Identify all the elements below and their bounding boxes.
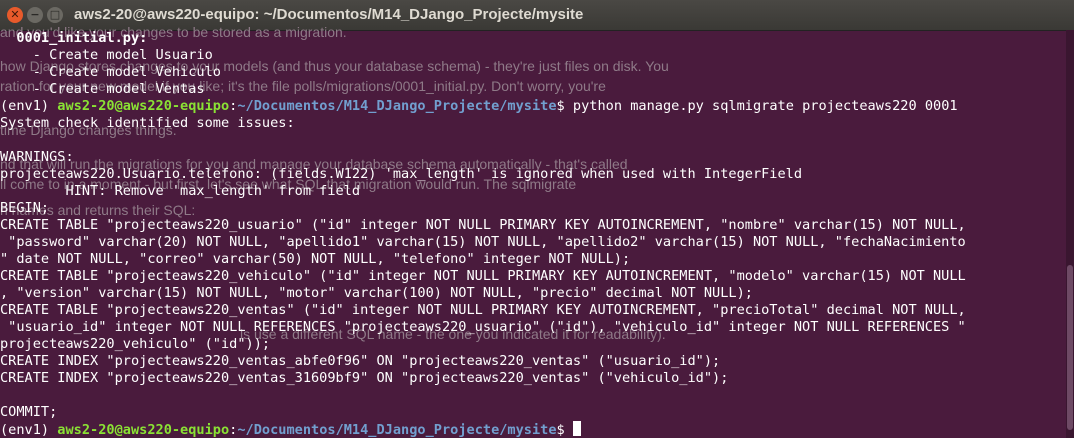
window-title: aws2-20@aws220-equipo: ~/Documentos/M14_… — [74, 6, 584, 23]
close-icon[interactable]: ✕ — [7, 7, 23, 23]
terminal-line: COMMIT; — [0, 404, 58, 420]
terminal-line: WARNINGS: — [0, 149, 74, 165]
terminal-line: System check identified some issues: — [0, 115, 295, 131]
prompt-path: ~/Documentos/M14_DJango_Projecte/mysite — [237, 422, 557, 438]
terminal-line: BEGIN; — [0, 200, 50, 216]
terminal-window: ✕ − □ aws2-20@aws220-equipo: ~/Documento… — [0, 0, 1074, 438]
maximize-icon[interactable]: □ — [47, 7, 63, 23]
terminal-line: - Create model Usuario — [0, 47, 213, 63]
terminal-line: 0001_initial.py: — [0, 30, 148, 46]
terminal-line: CREATE TABLE "projecteaws220_ventas" ("i… — [0, 302, 966, 318]
terminal-line: CREATE INDEX "projecteaws220_ventas_abfe… — [0, 353, 721, 369]
terminal-line: "usuario_id" integer NOT NULL REFERENCES… — [0, 319, 966, 335]
prompt-user: aws2-20@aws220-equipo — [57, 422, 230, 438]
prompt-dollar: $ — [556, 98, 573, 114]
terminal-line: CREATE TABLE "projecteaws220_usuario" ("… — [0, 217, 966, 233]
prompt-env: (env1) — [0, 98, 58, 114]
scrollbar-thumb[interactable] — [1067, 265, 1073, 430]
terminal-line: " date NOT NULL, "correo" varchar(50) NO… — [0, 251, 631, 267]
text-cursor — [572, 421, 581, 436]
prompt-line: (env1) aws2-20@aws220-equipo:~/Documento… — [0, 421, 1066, 438]
prompt-command: python manage.py sqlmigrate projecteaws2… — [572, 98, 958, 114]
prompt-dollar: $ — [556, 422, 573, 438]
prompt-path: ~/Documentos/M14_DJango_Projecte/mysite — [237, 98, 557, 114]
terminal-line: - Create model Ventas — [0, 81, 205, 97]
terminal-line: "password" varchar(20) NOT NULL, "apelli… — [0, 234, 966, 250]
terminal-line: CREATE INDEX "projecteaws220_ventas_3160… — [0, 370, 729, 386]
terminal-scrollbar[interactable] — [1066, 30, 1074, 438]
terminal-line: CREATE TABLE "projecteaws220_vehiculo" (… — [0, 268, 966, 284]
terminal-line: projecteaws220.Usuario.telefono: (fields… — [0, 166, 803, 182]
minimize-icon[interactable]: − — [27, 7, 43, 23]
terminal-line: HINT: Remove 'max_length' from field — [0, 183, 361, 199]
prompt-env: (env1) — [0, 422, 58, 438]
terminal-line: , "version" varchar(15) NOT NULL, "motor… — [0, 285, 753, 301]
prompt-line: (env1) aws2-20@aws220-equipo:~/Documento… — [0, 98, 1066, 115]
terminal-line: - Create model Vehiculo — [0, 64, 221, 80]
terminal-line: projecteaws220_vehiculo" ("id")); — [0, 336, 271, 352]
terminal-output[interactable]: 0001_initial.py: - Create model Usuario … — [0, 30, 1066, 438]
prompt-user: aws2-20@aws220-equipo — [57, 98, 230, 114]
